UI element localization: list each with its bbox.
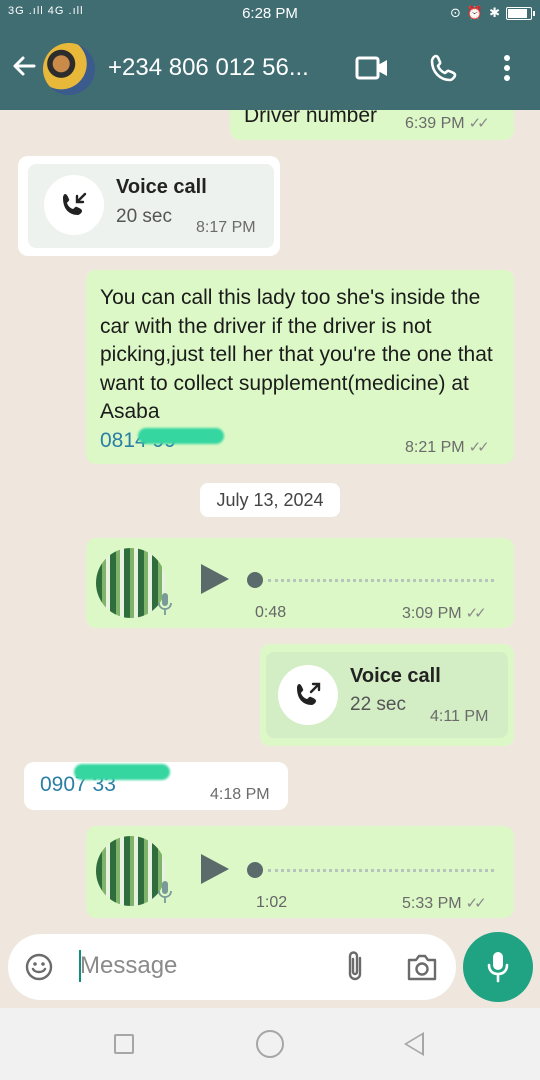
message-text: You can call this lady too she's inside …	[100, 286, 493, 423]
message-time: 4:11 PM	[430, 708, 489, 725]
phone-icon[interactable]	[426, 50, 462, 86]
message-input[interactable]: Message	[80, 952, 177, 980]
call-log-bubble-incoming[interactable]: Voice call 20 sec 8:17 PM	[18, 156, 280, 256]
redaction-scribble	[74, 764, 170, 780]
read-ticks-icon: ✓✓	[465, 895, 487, 912]
arrow-left-icon[interactable]	[10, 52, 38, 86]
video-camera-icon[interactable]	[354, 50, 390, 86]
nav-back-icon[interactable]	[404, 1032, 424, 1056]
redaction-scribble	[138, 428, 224, 444]
bluetooth-icon: ✱	[489, 5, 500, 20]
home-icon[interactable]	[256, 1030, 284, 1058]
message-time: 4:18 PM	[210, 786, 270, 803]
message-time: 8:21 PM	[405, 439, 465, 456]
camera-icon[interactable]	[406, 952, 438, 987]
battery-icon	[506, 6, 535, 20]
contact-name[interactable]: +234 806 012 56...	[108, 54, 309, 82]
call-title: Voice call	[350, 665, 441, 687]
emoji-icon[interactable]	[24, 952, 54, 987]
system-nav-bar	[0, 1008, 540, 1080]
status-bar: 3G .ıll 4G .ıll 6:28 PM ⊙ ⏰ ✱	[0, 0, 540, 28]
message-time: 6:39 PM	[405, 115, 465, 132]
call-card[interactable]: Voice call 22 sec 4:11 PM	[266, 652, 508, 738]
audio-progress-track[interactable]	[268, 579, 494, 582]
voice-message-bubble[interactable]: 1:02 5:33 PM ✓✓	[86, 826, 514, 918]
voice-duration: 1:02	[256, 894, 288, 911]
call-card[interactable]: Voice call 20 sec 8:17 PM	[28, 164, 274, 248]
read-ticks-icon: ✓✓	[465, 605, 487, 622]
message-bubble-driver-number[interactable]: Driver number 6:39 PM ✓✓	[230, 110, 514, 140]
voice-sender-avatar	[96, 548, 166, 618]
play-button-icon[interactable]	[201, 854, 229, 884]
microphone-small-icon	[158, 593, 172, 615]
alarm-icon: ⏰	[466, 5, 484, 20]
voice-message-bubble[interactable]: 0:48 3:09 PM ✓✓	[86, 538, 514, 628]
read-ticks-icon: ✓✓	[468, 115, 490, 132]
audio-progress-track[interactable]	[268, 869, 494, 872]
status-icons: ⊙ ⏰ ✱	[450, 5, 535, 21]
more-vertical-icon[interactable]	[489, 50, 525, 86]
voice-duration: 0:48	[255, 604, 287, 621]
read-ticks-icon: ✓✓	[468, 439, 490, 456]
recent-apps-icon[interactable]	[114, 1034, 134, 1054]
message-compose-bar[interactable]: Message	[8, 934, 456, 1000]
call-duration: 20 sec	[116, 206, 172, 227]
date-divider: July 13, 2024	[200, 483, 340, 517]
chat-header: +234 806 012 56...	[0, 28, 540, 110]
message-time: 8:17 PM	[196, 219, 256, 236]
missed-call-incoming-icon	[44, 175, 104, 235]
microphone-small-icon	[158, 881, 172, 903]
audio-seek-handle[interactable]	[247, 862, 263, 878]
voice-sender-avatar	[96, 836, 166, 906]
call-title: Voice call	[116, 176, 207, 198]
call-duration: 22 sec	[350, 694, 406, 715]
play-button-icon[interactable]	[201, 564, 229, 594]
paperclip-icon[interactable]	[342, 950, 368, 989]
message-time: 5:33 PM	[402, 895, 462, 912]
outgoing-call-icon	[278, 665, 338, 725]
microphone-icon[interactable]	[463, 932, 533, 1002]
call-log-bubble-outgoing[interactable]: Voice call 22 sec 4:11 PM	[260, 644, 514, 746]
audio-seek-handle[interactable]	[247, 572, 263, 588]
chat-area[interactable]: Driver number 6:39 PM ✓✓ Voice call 20 se…	[0, 110, 540, 940]
avatar[interactable]	[43, 43, 95, 95]
message-time: 3:09 PM	[402, 605, 462, 622]
message-text: Driver number	[244, 110, 378, 127]
lock-rotation-icon: ⊙	[450, 5, 461, 20]
